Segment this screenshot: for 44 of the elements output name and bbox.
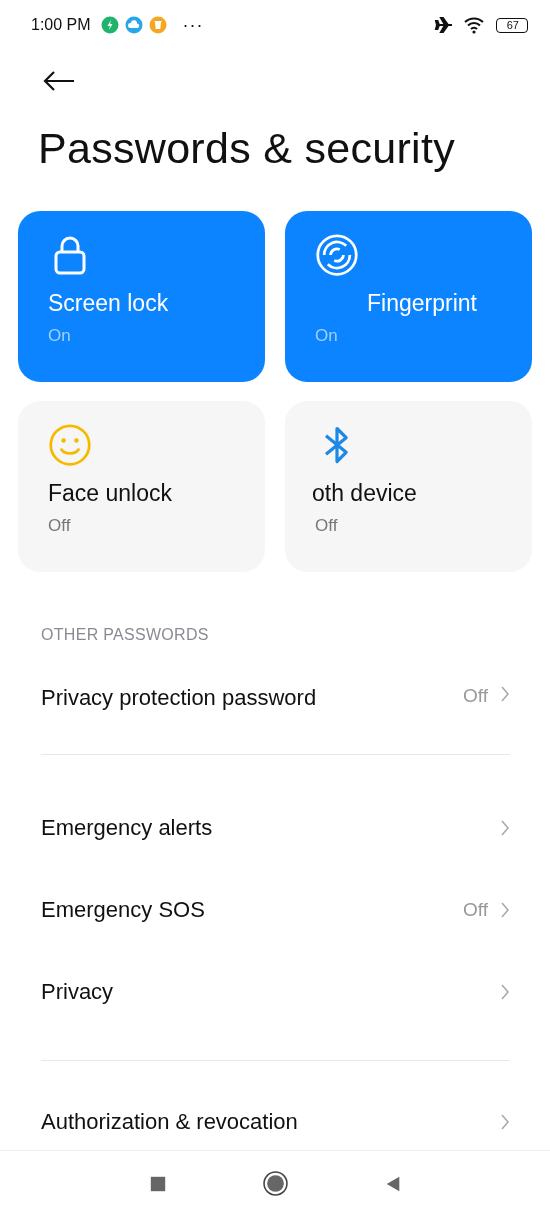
- chevron-icon: [500, 1113, 510, 1131]
- battery-indicator: 67: [495, 17, 528, 33]
- settings-row[interactable]: Emergency SOS Off: [41, 869, 510, 951]
- more-indicator: ···: [182, 14, 204, 36]
- smiley-icon: [48, 423, 92, 467]
- airplane-icon: [433, 15, 454, 35]
- settings-row[interactable]: Emergency alerts: [41, 787, 510, 869]
- recent-apps-icon[interactable]: [148, 1174, 167, 1193]
- row-value: Off: [463, 685, 488, 707]
- home-icon[interactable]: [262, 1171, 288, 1196]
- feature-card[interactable]: Fingerprint On: [285, 211, 532, 382]
- row-label: Authorization & revocation: [41, 1109, 299, 1135]
- card-title: Screen lock: [48, 290, 170, 317]
- card-title: oth device: [312, 480, 418, 507]
- card-status: Off: [48, 516, 72, 536]
- card-status: On: [315, 326, 339, 346]
- wifi-icon: [463, 15, 484, 35]
- chevron-icon: [500, 819, 510, 837]
- fingerprint-icon: [315, 233, 359, 277]
- chevron-icon: [500, 983, 510, 1001]
- chevron-icon: [500, 685, 510, 703]
- settings-row[interactable]: Authorization & revocation: [41, 1081, 510, 1150]
- feature-card[interactable]: Face unlock Off: [18, 401, 265, 572]
- section-header: OTHER PASSWORDS: [41, 626, 210, 644]
- cloud-icon: [124, 16, 143, 34]
- row-label: Emergency SOS: [41, 897, 206, 923]
- back-arrow-icon[interactable]: [42, 69, 76, 93]
- feature-card[interactable]: Screen lock On: [18, 211, 265, 382]
- trash-icon: [148, 16, 167, 34]
- status-time: 1:00 PM: [31, 16, 91, 34]
- notification-icon: [100, 16, 119, 34]
- card-status: On: [48, 326, 72, 346]
- row-label: Emergency alerts: [41, 815, 214, 841]
- settings-row[interactable]: Privacy protection password Off: [41, 664, 510, 754]
- feature-card[interactable]: oth device Off: [285, 401, 532, 572]
- card-status: Off: [315, 516, 339, 536]
- chevron-icon: [500, 901, 510, 919]
- page-title: Passwords & security: [38, 124, 457, 173]
- row-label: Privacy protection password: [41, 685, 318, 711]
- row-label: Privacy: [41, 979, 115, 1005]
- settings-row[interactable]: Privacy: [41, 951, 510, 1033]
- row-value: Off: [463, 899, 488, 921]
- card-title: Face unlock: [48, 480, 173, 507]
- card-title: Fingerprint: [367, 290, 478, 317]
